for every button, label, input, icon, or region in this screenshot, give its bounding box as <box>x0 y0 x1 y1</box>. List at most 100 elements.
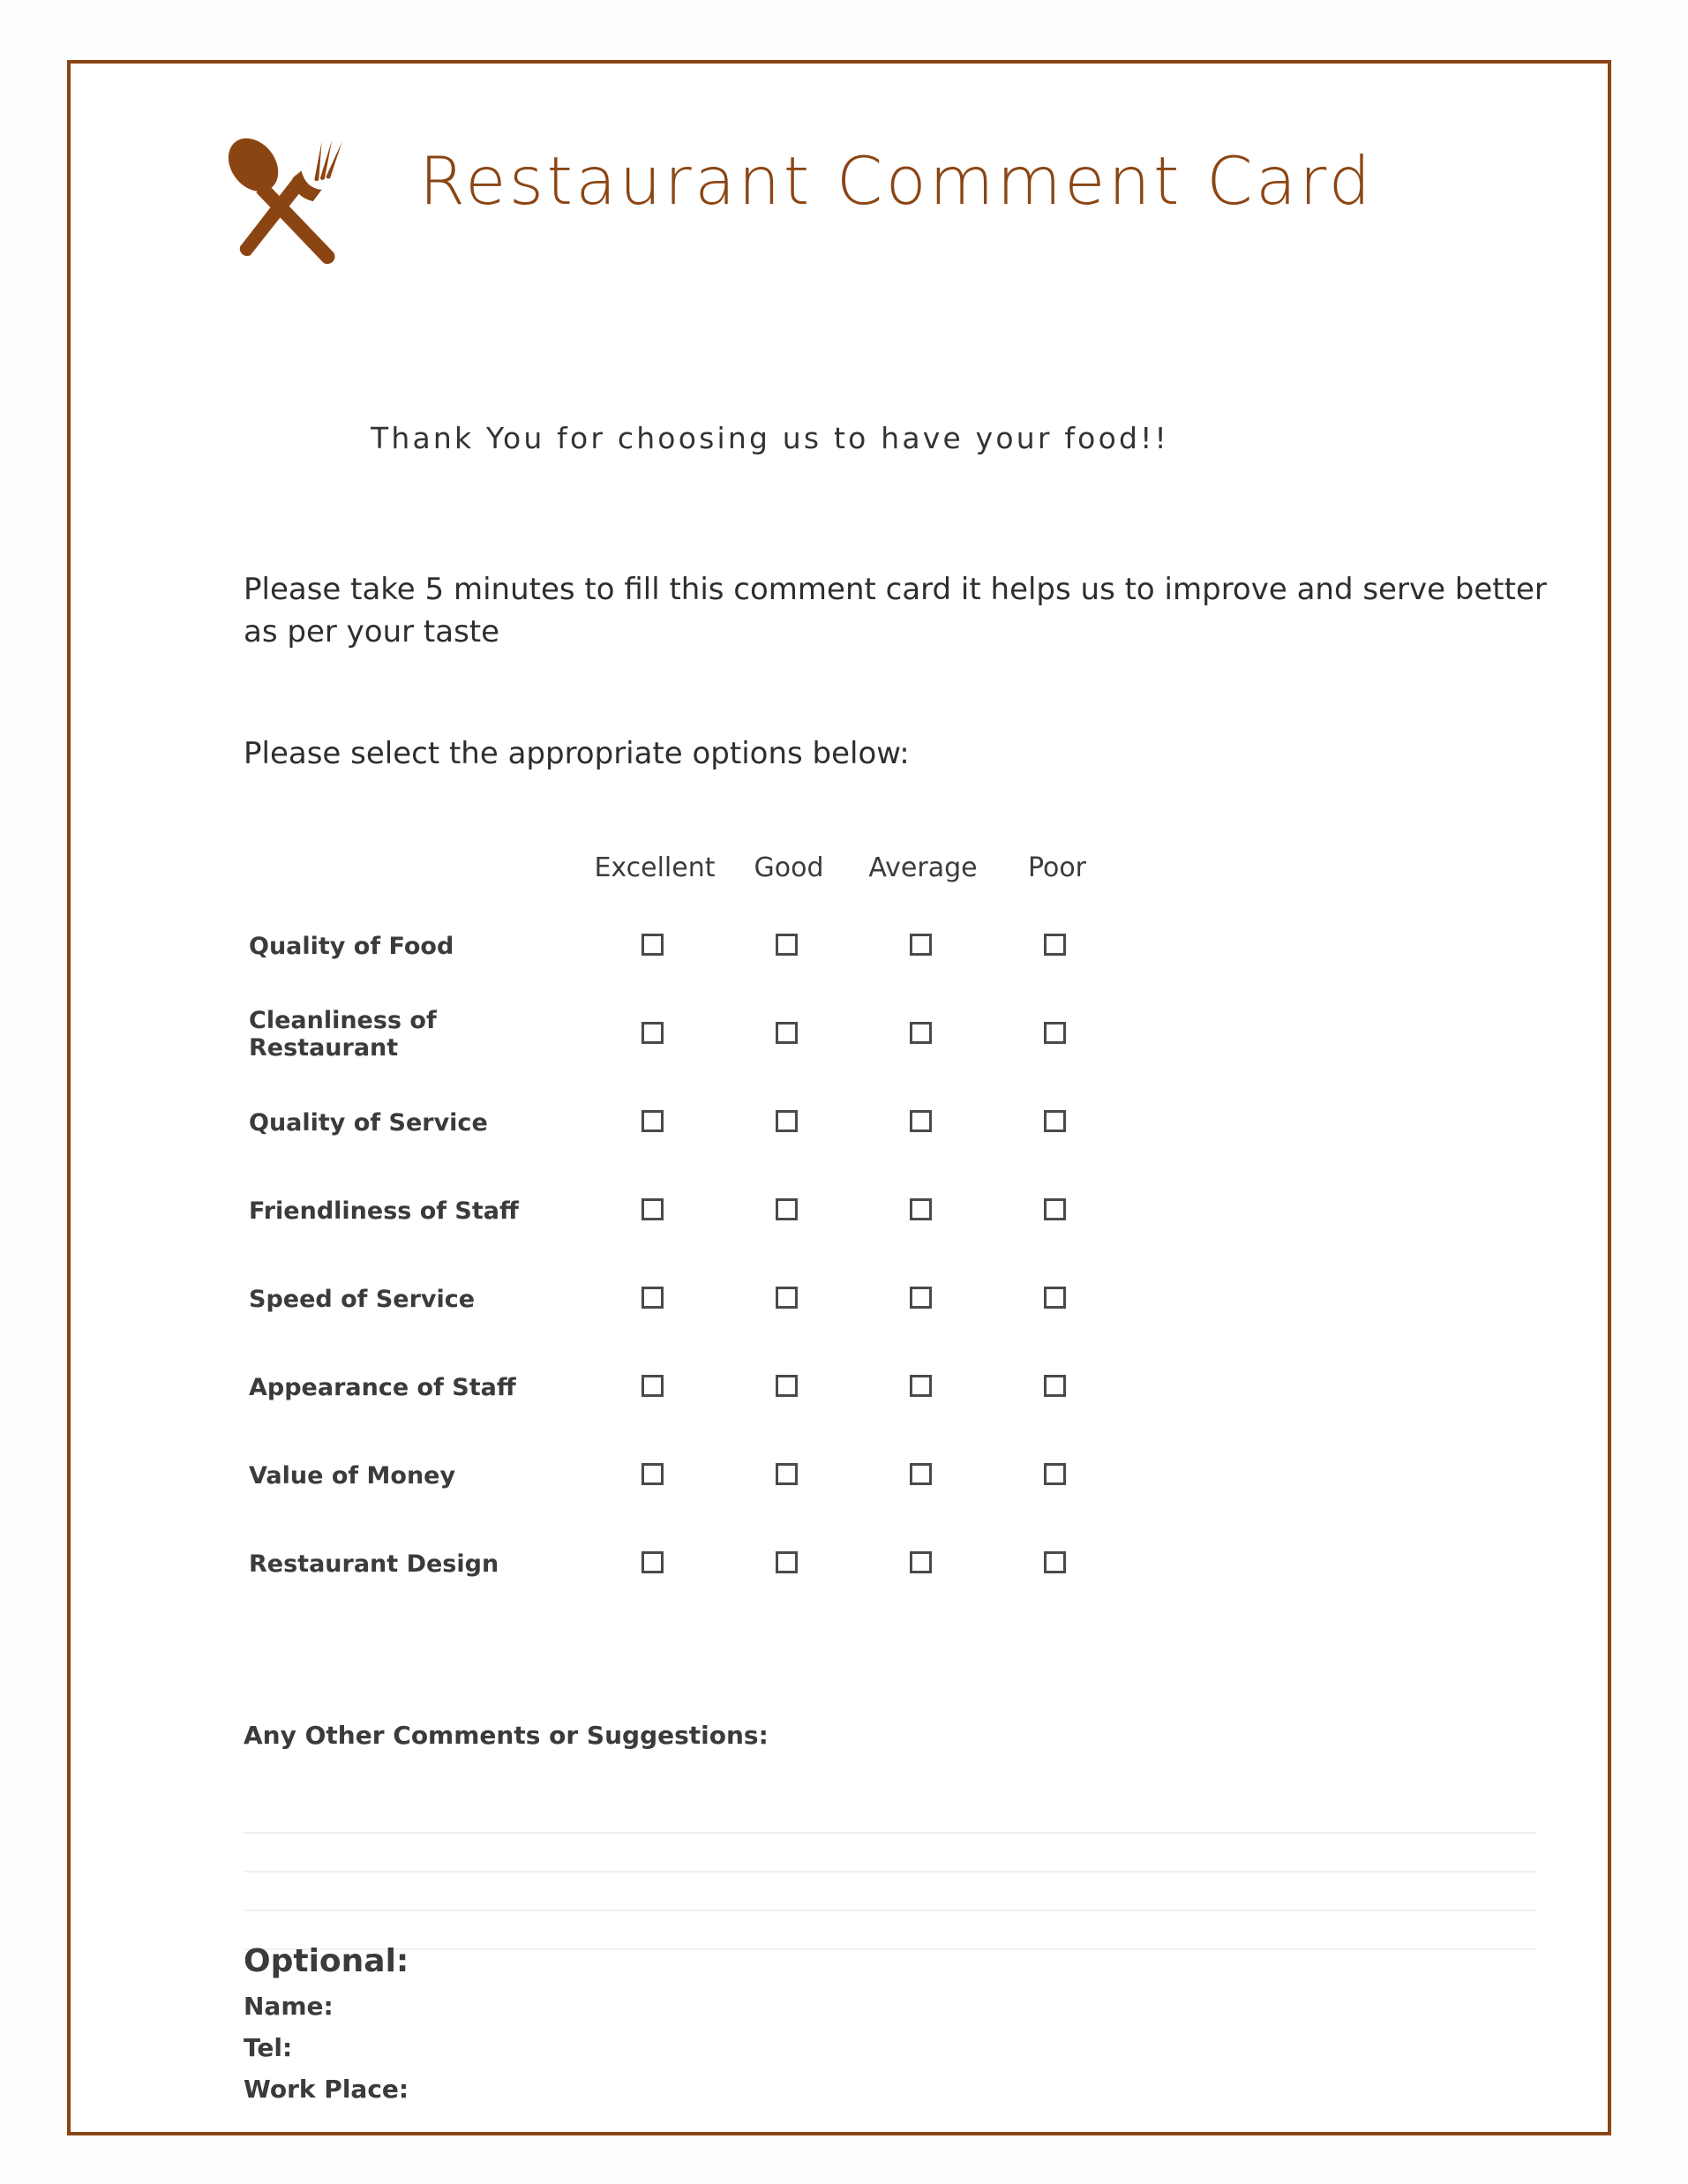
checkbox-speed-excellent[interactable] <box>641 1286 664 1309</box>
checkbox-value-good[interactable] <box>775 1462 798 1485</box>
checkbox-quality-of-service-good[interactable] <box>775 1109 798 1132</box>
cell-friendliness-good <box>722 1197 856 1224</box>
cell-design-good <box>722 1550 856 1577</box>
cell-value-excellent <box>588 1462 722 1489</box>
checkbox-design-average[interactable] <box>909 1550 932 1573</box>
optional-field-work-place: Work Place: <box>244 2075 409 2104</box>
checkbox-cleanliness-excellent[interactable] <box>641 1021 664 1044</box>
cell-quality-of-food-average <box>856 933 990 959</box>
table-row: Restaurant Design <box>244 1520 1549 1608</box>
checkbox-cleanliness-good[interactable] <box>775 1021 798 1044</box>
checkbox-friendliness-average[interactable] <box>909 1197 932 1220</box>
optional-section: Optional: Name: Tel: Work Place: <box>244 1943 1038 2116</box>
cell-speed-excellent <box>588 1286 722 1312</box>
checkbox-appearance-average[interactable] <box>909 1374 932 1397</box>
checkbox-design-excellent[interactable] <box>641 1550 664 1573</box>
cell-design-average <box>856 1550 990 1577</box>
checkbox-speed-good[interactable] <box>775 1286 798 1309</box>
checkbox-speed-average[interactable] <box>909 1286 932 1309</box>
checkbox-value-poor[interactable] <box>1043 1462 1066 1485</box>
cell-value-poor <box>990 1462 1124 1489</box>
comment-line[interactable] <box>244 1834 1535 1873</box>
comments-heading: Any Other Comments or Suggestions: <box>244 1721 769 1750</box>
cell-friendliness-poor <box>990 1197 1124 1224</box>
checkbox-quality-of-food-excellent[interactable] <box>641 933 664 956</box>
row-label-friendliness-of-staff: Friendliness of Staff <box>249 1197 519 1225</box>
checkbox-speed-poor[interactable] <box>1043 1286 1066 1309</box>
row-label-speed-of-service: Speed of Service <box>249 1285 476 1313</box>
cell-appearance-poor <box>990 1374 1124 1400</box>
checkbox-quality-of-food-average[interactable] <box>909 933 932 956</box>
instruction-paragraph: Please take 5 minutes to fill this comme… <box>244 572 1547 650</box>
rating-table-header-row: Excellent Good Average Poor <box>244 833 1549 902</box>
checkbox-quality-of-food-poor[interactable] <box>1043 933 1066 956</box>
table-row: Speed of Service <box>244 1255 1549 1343</box>
cell-cleanliness-average <box>856 1021 990 1047</box>
page-title: Restaurant Comment Card <box>419 142 1374 220</box>
checkbox-design-poor[interactable] <box>1043 1550 1066 1573</box>
checkbox-quality-of-service-poor[interactable] <box>1043 1109 1066 1132</box>
checkbox-appearance-good[interactable] <box>775 1374 798 1397</box>
cell-friendliness-excellent <box>588 1197 722 1224</box>
checkbox-cleanliness-average[interactable] <box>909 1021 932 1044</box>
checkbox-friendliness-excellent[interactable] <box>641 1197 664 1220</box>
comment-line[interactable] <box>244 1795 1535 1834</box>
optional-field-tel: Tel: <box>244 2033 293 2062</box>
checkbox-design-good[interactable] <box>775 1550 798 1573</box>
select-options-prompt: Please select the appropriate options be… <box>244 736 910 771</box>
cell-cleanliness-good <box>722 1021 856 1047</box>
column-header-good: Good <box>754 852 824 883</box>
cell-quality-of-service-excellent <box>588 1109 722 1136</box>
table-row: Cleanliness of Restaurant <box>244 990 1549 1078</box>
column-header-average: Average <box>868 852 978 883</box>
cell-quality-of-food-poor <box>990 933 1124 959</box>
row-label-value-of-money: Value of Money <box>249 1461 456 1490</box>
cell-speed-poor <box>990 1286 1124 1312</box>
checkbox-value-average[interactable] <box>909 1462 932 1485</box>
cell-cleanliness-excellent <box>588 1021 722 1047</box>
thank-you-container: Thank You for choosing us to have your f… <box>371 417 1412 485</box>
cell-quality-of-service-average <box>856 1109 990 1136</box>
checkbox-friendliness-poor[interactable] <box>1043 1197 1066 1220</box>
cell-quality-of-service-poor <box>990 1109 1124 1136</box>
rating-table: Excellent Good Average Poor Quality of F… <box>244 833 1549 1608</box>
table-row: Value of Money <box>244 1431 1549 1520</box>
cell-speed-average <box>856 1286 990 1312</box>
checkbox-quality-of-service-excellent[interactable] <box>641 1109 664 1132</box>
optional-heading: Optional: <box>244 1943 409 1979</box>
card-header: Restaurant Comment Card <box>71 64 1608 293</box>
comments-write-area[interactable] <box>244 1795 1535 1950</box>
column-header-excellent: Excellent <box>594 852 716 883</box>
checkbox-value-excellent[interactable] <box>641 1462 664 1485</box>
row-label-quality-of-food: Quality of Food <box>249 932 454 960</box>
cell-quality-of-food-good <box>722 933 856 959</box>
cell-quality-of-food-excellent <box>588 933 722 959</box>
checkbox-quality-of-service-average[interactable] <box>909 1109 932 1132</box>
cell-appearance-good <box>722 1374 856 1400</box>
cell-appearance-excellent <box>588 1374 722 1400</box>
cell-value-good <box>722 1462 856 1489</box>
cell-friendliness-average <box>856 1197 990 1224</box>
row-label-cleanliness-of-restaurant: Cleanliness of Restaurant <box>249 1007 437 1062</box>
checkbox-appearance-poor[interactable] <box>1043 1374 1066 1397</box>
cell-appearance-average <box>856 1374 990 1400</box>
cell-cleanliness-poor <box>990 1021 1124 1047</box>
checkbox-quality-of-food-good[interactable] <box>775 933 798 956</box>
comment-line[interactable] <box>244 1873 1535 1911</box>
checkbox-appearance-excellent[interactable] <box>641 1374 664 1397</box>
cell-design-excellent <box>588 1550 722 1577</box>
page-title-container: Restaurant Comment Card <box>419 141 1549 256</box>
comment-card: Restaurant Comment Card Thank You for ch… <box>67 60 1611 2135</box>
row-label-restaurant-design: Restaurant Design <box>249 1550 499 1578</box>
cell-speed-good <box>722 1286 856 1312</box>
optional-field-name: Name: <box>244 1992 334 2021</box>
table-row: Quality of Food <box>244 902 1549 990</box>
table-row: Friendliness of Staff <box>244 1167 1549 1255</box>
column-header-poor: Poor <box>1027 852 1087 883</box>
crossed-spoon-fork-icon <box>212 127 362 273</box>
checkbox-friendliness-good[interactable] <box>775 1197 798 1220</box>
thank-you-text: Thank You for choosing us to have your f… <box>371 421 1169 455</box>
table-row: Quality of Service <box>244 1078 1549 1167</box>
cell-value-average <box>856 1462 990 1489</box>
checkbox-cleanliness-poor[interactable] <box>1043 1021 1066 1044</box>
